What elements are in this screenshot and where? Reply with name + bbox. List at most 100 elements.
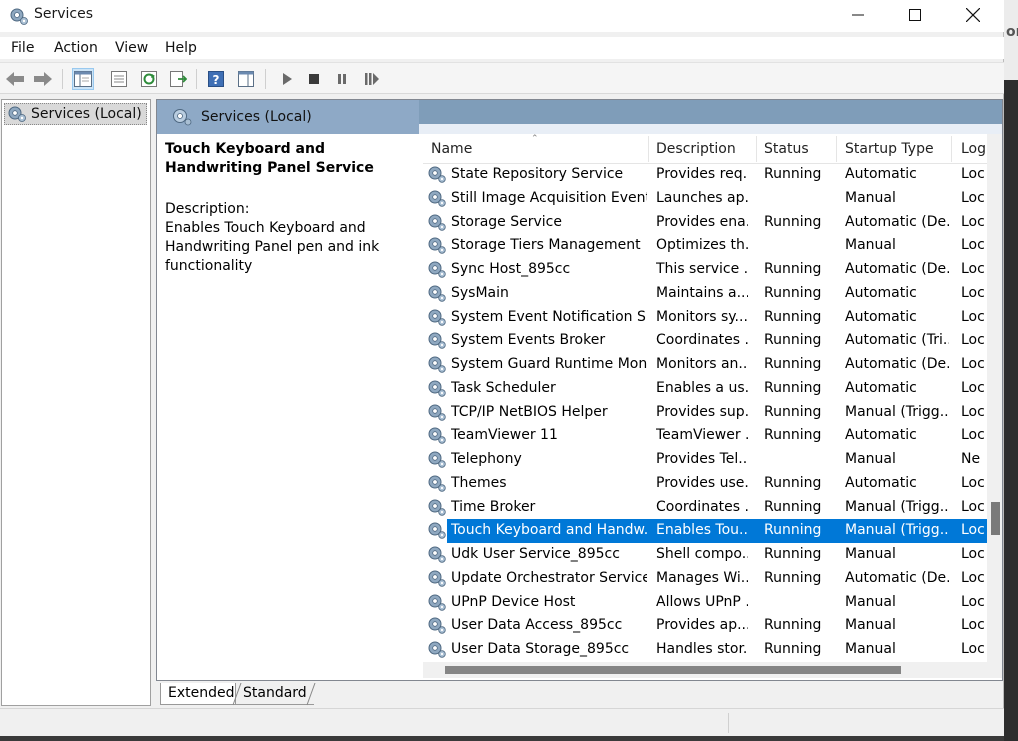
table-row[interactable]: Telephony Provides Tel... Manual Ne — [423, 448, 987, 472]
table-row[interactable]: TCP/IP NetBIOS Helper Provides sup... Runn… — [423, 401, 987, 425]
horizontal-scrollbar[interactable] — [423, 662, 987, 678]
column-header-row: ⌃ Name Description Status Startup Type L… — [423, 134, 987, 164]
start-service-button[interactable] — [276, 68, 298, 90]
minimize-button[interactable] — [829, 0, 887, 30]
column-header-startup-type[interactable]: Startup Type — [845, 141, 934, 157]
service-name: Still Image Acquisition Events — [451, 189, 647, 206]
service-gear-icon — [427, 593, 447, 616]
table-row[interactable]: User Data Access_895cc Provides ap... Runn… — [423, 614, 987, 638]
table-row[interactable]: User Data Storage_895cc Handles stor... Ru… — [423, 638, 987, 662]
service-startup-type: Automatic — [845, 284, 917, 301]
service-name: TeamViewer 11 — [451, 427, 558, 444]
tree-item-label: Services (Local) — [31, 106, 142, 122]
column-header-log-on-as[interactable]: Log — [961, 141, 986, 157]
close-button[interactable] — [944, 0, 1002, 30]
service-status: Running — [764, 261, 822, 277]
service-name: State Repository Service — [451, 166, 624, 182]
tab-edge — [232, 683, 242, 706]
back-button[interactable] — [4, 68, 26, 90]
service-status: Running — [764, 427, 822, 444]
service-name: Sync Host_895cc — [451, 261, 571, 277]
column-header-description[interactable]: Description — [656, 141, 736, 157]
service-startup-type: Automatic — [845, 379, 917, 396]
tab-extended[interactable]: Extended — [160, 683, 236, 705]
table-row[interactable]: Themes Provides use... Running Automatic Loc — [423, 472, 987, 496]
table-row[interactable]: Sync Host_895cc This service ... Running Au… — [423, 258, 987, 282]
services-list[interactable]: ⌃ Name Description Status Startup Type L… — [423, 134, 987, 662]
horizontal-scroll-thumb[interactable] — [445, 666, 901, 674]
forward-button[interactable] — [32, 68, 54, 90]
service-description: Provides Tel... — [656, 451, 748, 467]
column-header-name[interactable]: Name — [431, 141, 472, 157]
action-pane-button[interactable] — [235, 68, 257, 90]
service-description: Enables Tou... — [656, 522, 748, 539]
table-row[interactable]: State Repository Service Provides req... R… — [423, 163, 987, 187]
refresh-icon — [141, 71, 157, 87]
window-title: Services — [34, 6, 94, 22]
properties-button[interactable] — [108, 68, 130, 90]
toolbar-separator — [265, 69, 266, 89]
table-row[interactable]: Still Image Acquisition Events Launches a… — [423, 187, 987, 211]
service-startup-type: Automatic (Tri... — [845, 332, 949, 349]
menu-help[interactable]: Help — [165, 40, 197, 56]
table-row[interactable]: System Events Broker Coordinates ... Runni… — [423, 329, 987, 353]
selected-service-title: Touch Keyboard and Handwriting Panel Ser… — [165, 141, 374, 176]
table-row[interactable]: Time Broker Coordinates ... Running Manual … — [423, 496, 987, 520]
show-hide-console-tree-button[interactable] — [72, 68, 94, 90]
service-status: Running — [764, 356, 822, 372]
service-status: Running — [764, 166, 822, 182]
vertical-scroll-thumb[interactable] — [991, 502, 1000, 535]
service-name: Storage Tiers Management — [451, 237, 641, 254]
menu-file[interactable]: File — [11, 40, 34, 56]
table-row[interactable]: Task Scheduler Enables a us... Running Auto… — [423, 377, 987, 401]
maximize-button[interactable] — [886, 0, 944, 30]
service-log-on-as: Loc — [961, 617, 985, 634]
toolbar-separator — [196, 69, 197, 89]
column-divider[interactable] — [951, 136, 952, 162]
table-row[interactable]: SysMain Maintains a... Running Automatic Loc — [423, 282, 987, 306]
table-row[interactable]: Storage Service Provides ena... Running Aut… — [423, 211, 987, 235]
tab-standard[interactable]: Standard — [234, 683, 314, 705]
svg-text:?: ? — [213, 73, 220, 87]
service-description: Monitors an... — [656, 356, 748, 372]
restart-service-icon — [365, 73, 379, 85]
stop-service-button[interactable] — [303, 68, 325, 90]
table-row[interactable]: System Guard Runtime Mon... Monitors an..… — [423, 353, 987, 377]
service-log-on-as: Loc — [961, 332, 985, 349]
title-bar[interactable]: Services — [0, 0, 1004, 32]
pause-service-button[interactable] — [331, 68, 353, 90]
tab-edge — [306, 683, 316, 706]
refresh-button[interactable] — [138, 68, 160, 90]
restart-service-button[interactable] — [361, 68, 383, 90]
table-row[interactable]: UPnP Device Host Allows UPnP ... Manual Loc — [423, 591, 987, 615]
table-row[interactable]: TeamViewer 11 TeamViewer ... Running Automa… — [423, 424, 987, 448]
console-tree: Services (Local) — [1, 99, 151, 706]
start-service-icon — [283, 73, 292, 85]
service-description: Provides req... — [656, 166, 748, 182]
maximize-icon — [909, 9, 921, 21]
export-list-button[interactable] — [167, 68, 189, 90]
column-divider[interactable] — [836, 136, 837, 162]
service-gear-icon — [427, 450, 447, 473]
column-divider[interactable] — [756, 136, 757, 162]
table-row[interactable]: Touch Keyboard and Handw... Enables Tou..… — [423, 519, 987, 543]
services-search-gear-icon — [173, 109, 192, 126]
service-description: Handles stor... — [656, 641, 748, 657]
services-gear-icon — [10, 8, 28, 25]
service-log-on-as: Loc — [961, 189, 985, 206]
tree-item-services-local[interactable]: Services (Local) — [4, 103, 147, 125]
column-divider[interactable] — [648, 136, 649, 162]
table-row[interactable]: Update Orchestrator Service Manages Wi...… — [423, 567, 987, 591]
description-label: Description: — [165, 201, 250, 217]
help-button[interactable]: ? — [205, 68, 227, 90]
table-row[interactable]: System Event Notification S... Monitors s… — [423, 306, 987, 330]
vertical-scrollbar[interactable] — [987, 134, 1002, 662]
service-log-on-as: Loc — [961, 474, 985, 491]
menu-view[interactable]: View — [115, 40, 148, 56]
menu-action[interactable]: Action — [54, 40, 98, 56]
table-row[interactable]: Udk User Service_895cc Shell compo... Runn… — [423, 543, 987, 567]
service-description-panel: Touch Keyboard and Handwriting Panel Ser… — [165, 140, 415, 276]
table-row[interactable]: Storage Tiers Management Optimizes th... M… — [423, 234, 987, 258]
service-log-on-as: Loc — [961, 498, 985, 515]
column-header-status[interactable]: Status — [764, 141, 809, 157]
